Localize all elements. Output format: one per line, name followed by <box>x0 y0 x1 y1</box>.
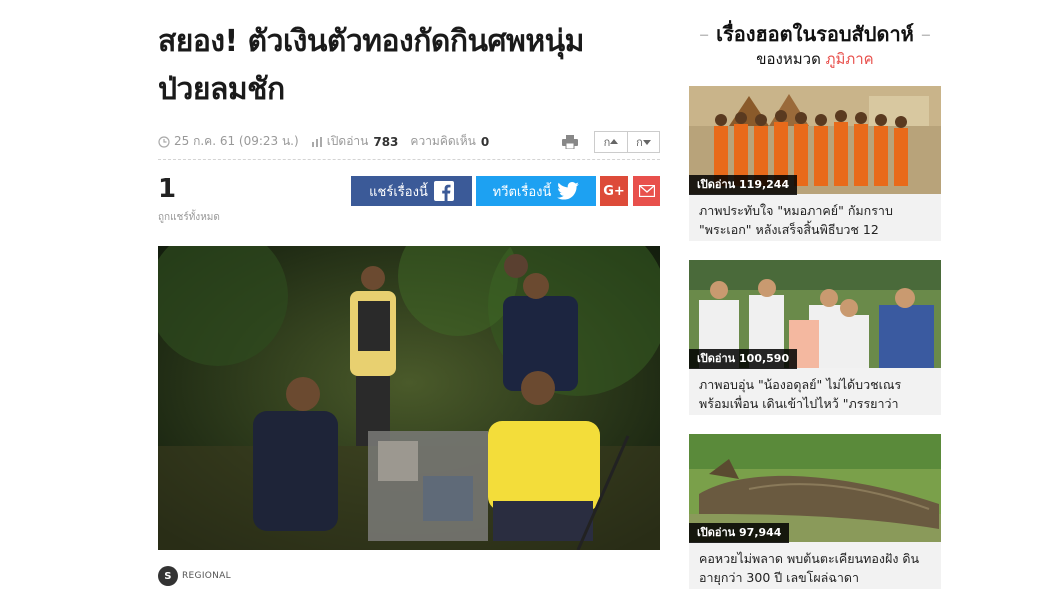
hot-story-card[interactable]: เปิดอ่าน 97,944 คอหวยไม่พลาด พบต้นตะเคีย… <box>689 434 941 589</box>
share-count-label: ถูกแชร์ทั้งหมด <box>158 212 220 223</box>
comment-count-value: 0 <box>480 134 490 149</box>
source-logo-mark: S <box>158 566 178 586</box>
mail-icon <box>638 185 655 197</box>
hot-story-card[interactable]: เปิดอ่าน 100,590 ภาพอบอุ่น "น้องอดุลย์" … <box>689 260 941 415</box>
view-count-label: เปิดอ่าน <box>326 134 369 148</box>
hot-story-view-badge: เปิดอ่าน 119,244 <box>689 175 798 195</box>
article-title-line-2: ป่วยลมชัก <box>158 72 285 107</box>
googleplus-share-button[interactable]: G+ <box>600 176 628 206</box>
article-title-line-1: สยอง! ตัวเงินตัวทองกัดกินศพหนุ่ม <box>158 24 584 59</box>
hot-story-title[interactable]: ภาพประทับใจ "หมอภาคย์" กัมกราบ "พระเอก" … <box>699 201 933 237</box>
sidebar-category-link[interactable]: ภูมิภาค <box>826 50 874 68</box>
font-increase-label: ก <box>603 135 611 149</box>
hot-story-title[interactable]: คอหวยไม่พลาด พบต้นตะเคียนทองฝัง ดินอายุก… <box>699 549 933 585</box>
publish-date-text: 25 ก.ค. 61 (09:23 น.) <box>174 134 299 148</box>
twitter-share-button[interactable]: ทวีตเรื่องนี้ <box>476 176 596 206</box>
view-count-value: 783 <box>373 134 399 149</box>
share-count: 1 <box>158 174 177 204</box>
view-count: เปิดอ่าน 783 <box>311 132 399 151</box>
share-bar: 1 ถูกแชร์ทั้งหมด แชร์เรื่องนี้ ทวีตเรื่อ… <box>158 170 660 230</box>
article: สยอง! ตัวเงินตัวทองกัดกินศพหนุ่ม ป่วยลมช… <box>158 18 660 586</box>
arrow-up-icon <box>610 138 619 144</box>
article-title: สยอง! ตัวเงินตัวทองกัดกินศพหนุ่ม ป่วยลมช… <box>158 18 660 114</box>
email-share-button[interactable] <box>633 176 660 206</box>
sidebar-subtitle: ของหมวด ภูมิภาค <box>689 48 941 70</box>
facebook-share-button[interactable]: แชร์เรื่องนี้ <box>351 176 472 206</box>
clock-icon <box>158 135 170 148</box>
font-size-controls: ก ก <box>594 130 660 153</box>
sidebar-title-dash-left: – <box>699 22 710 46</box>
font-decrease-label: ก <box>636 135 643 149</box>
font-increase-button[interactable]: ก <box>595 131 627 152</box>
comment-count[interactable]: ความคิดเห็น 0 <box>410 132 489 151</box>
font-decrease-button[interactable]: ก <box>627 131 659 152</box>
sidebar-hot-stories: – เรื่องฮอตในรอบสัปดาห์ – ของหมวด ภูมิภา… <box>689 20 941 589</box>
sidebar-title: – เรื่องฮอตในรอบสัปดาห์ – <box>689 20 941 48</box>
comment-count-label: ความคิดเห็น <box>410 134 476 148</box>
sidebar-subtitle-prefix: ของหมวด <box>756 50 821 68</box>
publish-date: 25 ก.ค. 61 (09:23 น.) <box>158 132 299 151</box>
article-meta: 25 ก.ค. 61 (09:23 น.) เปิดอ่าน 783 ความค… <box>158 124 660 160</box>
article-hero-image <box>158 246 660 550</box>
source-logo[interactable]: S REGIONAL <box>158 566 231 586</box>
hot-story-card[interactable]: เปิดอ่าน 119,244 ภาพประทับใจ "หมอภาคย์" … <box>689 86 941 241</box>
facebook-share-label: แชร์เรื่องนี้ <box>369 184 428 200</box>
facebook-icon <box>433 181 454 201</box>
arrow-down-icon <box>642 139 651 145</box>
sidebar-title-dash-right: – <box>920 22 931 46</box>
twitter-icon <box>557 182 580 200</box>
print-icon[interactable] <box>560 132 580 152</box>
sidebar-title-text: เรื่องฮอตในรอบสัปดาห์ <box>716 22 914 46</box>
hot-story-view-badge: เปิดอ่าน 97,944 <box>689 523 790 543</box>
hot-story-title[interactable]: ภาพอบอุ่น "น้องอดุลย์" ไม่ได้บวชเณร พร้อ… <box>699 375 933 411</box>
source-logo-text: REGIONAL <box>182 571 231 581</box>
article-tools: ก ก <box>560 130 660 153</box>
bar-chart-icon <box>311 136 322 147</box>
hot-story-view-badge: เปิดอ่าน 100,590 <box>689 349 798 369</box>
twitter-share-label: ทวีตเรื่องนี้ <box>492 184 552 200</box>
